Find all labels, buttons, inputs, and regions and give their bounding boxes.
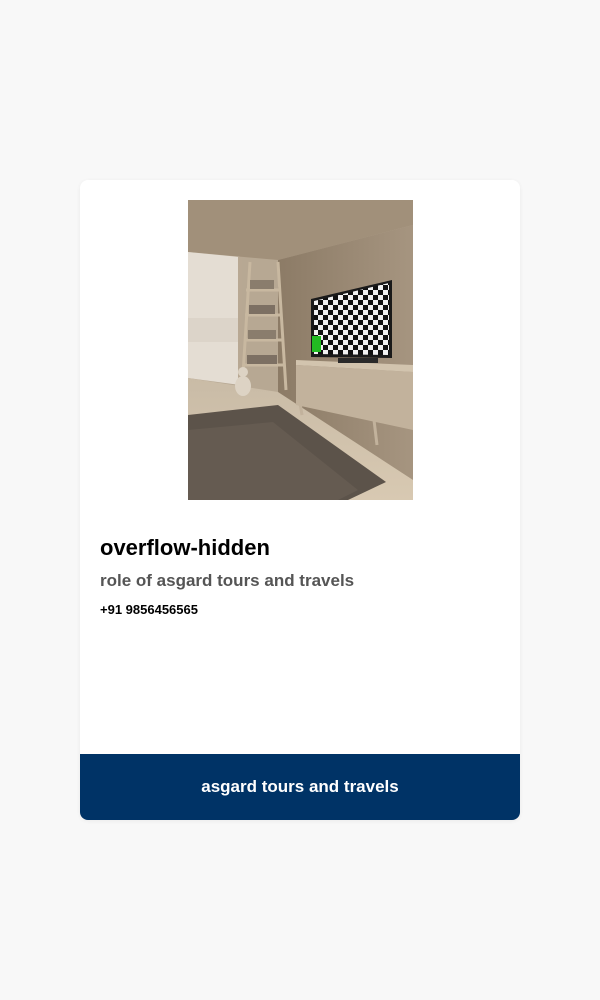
profile-card: overflow-hidden role of asgard tours and… (80, 180, 520, 820)
card-title: overflow-hidden (100, 535, 270, 560)
card-subtitle: role of asgard tours and travels (100, 571, 355, 590)
phone-number: +91 9856456565 (100, 602, 198, 617)
footer-bar[interactable]: asgard tours and travels (80, 754, 520, 820)
room-photo (188, 200, 413, 500)
footer-label: asgard tours and travels (201, 777, 399, 796)
room-illustration (188, 200, 413, 500)
